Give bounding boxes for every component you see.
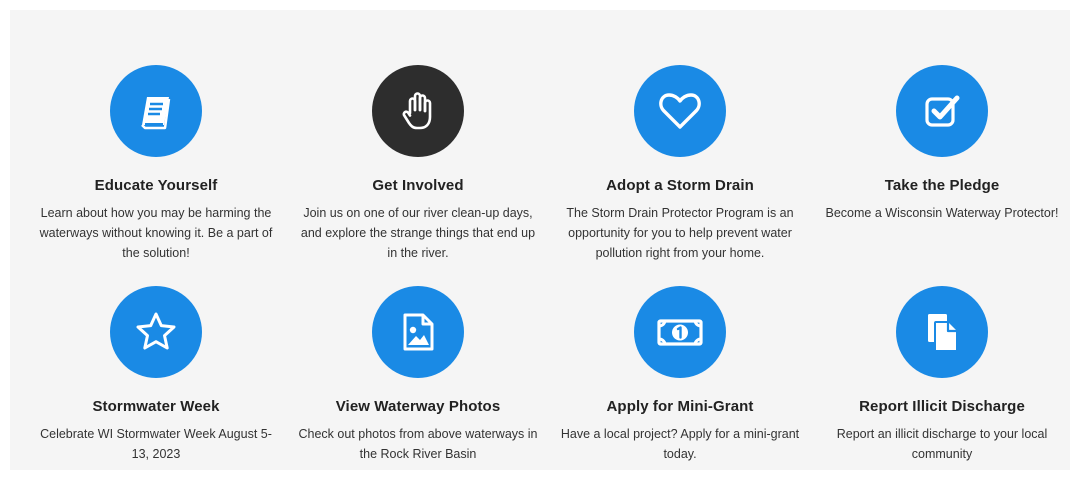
card-title[interactable]: Stormwater Week (31, 398, 281, 415)
card-get-involved: Get Involved Join us on one of our river… (293, 65, 543, 263)
card-description: Join us on one of our river clean-up day… (300, 206, 536, 260)
photo-icon (403, 313, 434, 351)
card-educate-yourself: Educate Yourself Learn about how you may… (31, 65, 281, 263)
heart-icon (659, 93, 701, 129)
star-icon (136, 312, 176, 350)
apply-mini-grant-button[interactable] (634, 286, 726, 378)
card-title[interactable]: Report Illicit Discharge (817, 398, 1067, 415)
card-report-illicit-discharge: Report Illicit Discharge Report an illic… (817, 286, 1067, 464)
view-waterway-photos-button[interactable] (372, 286, 464, 378)
take-the-pledge-button[interactable] (896, 65, 988, 157)
checkbox-icon (925, 95, 960, 127)
card-description: Become a Wisconsin Waterway Protector! (825, 206, 1059, 220)
card-description: The Storm Drain Protector Program is an … (566, 206, 794, 260)
card-title[interactable]: Get Involved (293, 177, 543, 194)
card-title[interactable]: Take the Pledge (817, 177, 1067, 194)
documents-icon (928, 314, 958, 352)
card-description: Celebrate WI Stormwater Week August 5-13… (40, 427, 272, 461)
features-panel: Educate Yourself Learn about how you may… (10, 10, 1070, 470)
card-title[interactable]: View Waterway Photos (293, 398, 543, 415)
educate-yourself-button[interactable] (110, 65, 202, 157)
card-description: Report an illicit discharge to your loca… (836, 427, 1048, 461)
card-view-waterway-photos: View Waterway Photos Check out photos fr… (293, 286, 543, 464)
card-take-the-pledge: Take the Pledge Become a Wisconsin Water… (817, 65, 1067, 223)
card-description: Have a local project? Apply for a mini-g… (560, 427, 800, 461)
get-involved-button[interactable] (372, 65, 464, 157)
card-title[interactable]: Educate Yourself (31, 177, 281, 194)
card-stormwater-week: Stormwater Week Celebrate WI Stormwater … (31, 286, 281, 464)
book-icon (141, 97, 171, 130)
card-description: Check out photos from above waterways in… (298, 427, 538, 461)
card-title[interactable]: Adopt a Storm Drain (555, 177, 805, 194)
card-apply-mini-grant: Apply for Mini-Grant Have a local projec… (555, 286, 805, 464)
card-title[interactable]: Apply for Mini-Grant (555, 398, 805, 415)
card-description: Learn about how you may be harming the w… (39, 206, 273, 260)
card-adopt-storm-drain: Adopt a Storm Drain The Storm Drain Prot… (555, 65, 805, 263)
adopt-storm-drain-button[interactable] (634, 65, 726, 157)
hand-icon (402, 92, 432, 130)
money-icon (657, 319, 703, 346)
report-illicit-discharge-button[interactable] (896, 286, 988, 378)
stormwater-week-button[interactable] (110, 286, 202, 378)
